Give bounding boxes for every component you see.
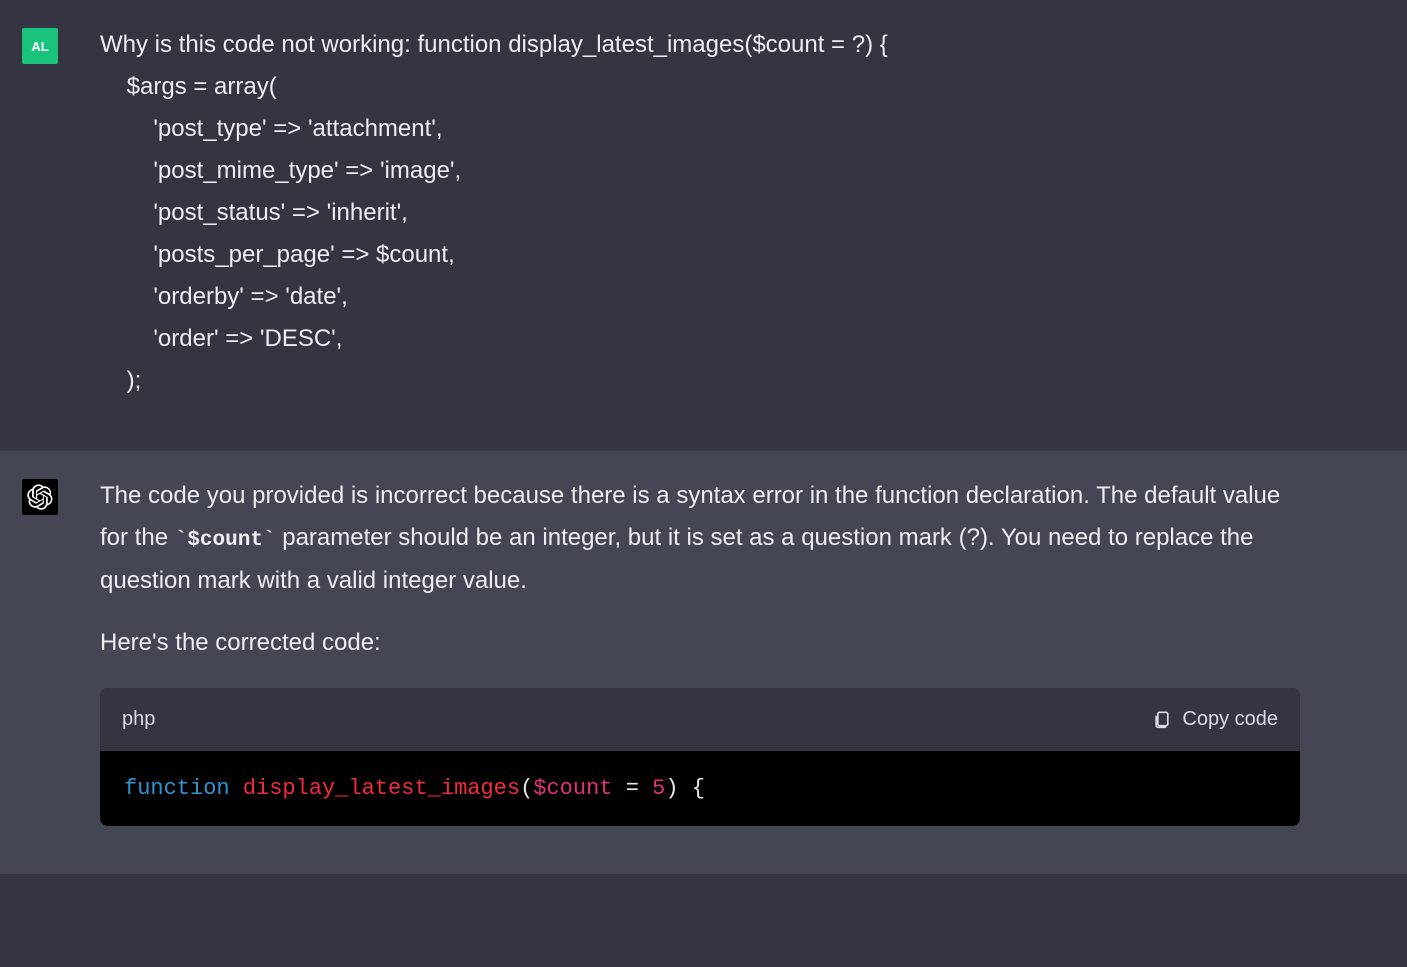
assistant-paragraph-1: The code you provided is incorrect becau… (100, 475, 1310, 602)
inline-code-count: `$count` (175, 529, 276, 552)
code-token-space (230, 776, 243, 801)
user-message-row: AL Why is this code not working: functio… (0, 0, 1407, 450)
code-block: php Copy code function display_latest_im… (100, 688, 1300, 826)
assistant-message-row: The code you provided is incorrect becau… (0, 450, 1407, 874)
code-token-lparen: ( (520, 776, 533, 801)
code-token-space2 (679, 776, 692, 801)
code-block-header: php Copy code (100, 688, 1300, 751)
clipboard-icon (1152, 708, 1172, 730)
code-token-rparen: ) (665, 776, 678, 801)
code-token-variable: $count (533, 776, 612, 801)
code-token-equals: = (613, 776, 653, 801)
copy-code-button[interactable]: Copy code (1152, 702, 1278, 737)
openai-logo-icon (27, 484, 53, 510)
assistant-paragraph-2: Here's the corrected code: (100, 622, 1310, 664)
user-avatar-initials: AL (31, 39, 48, 54)
code-token-function: display_latest_images (243, 776, 520, 801)
assistant-avatar (22, 479, 58, 515)
code-body[interactable]: function display_latest_images($count = … (100, 751, 1300, 826)
copy-code-label: Copy code (1182, 702, 1278, 737)
assistant-message-content: The code you provided is incorrect becau… (100, 475, 1400, 826)
user-message-text: Why is this code not working: function d… (100, 24, 1400, 402)
code-token-number: 5 (652, 776, 665, 801)
code-token-brace: { (692, 776, 705, 801)
user-avatar: AL (22, 28, 58, 64)
code-token-keyword: function (124, 776, 230, 801)
code-language-label: php (122, 702, 155, 737)
